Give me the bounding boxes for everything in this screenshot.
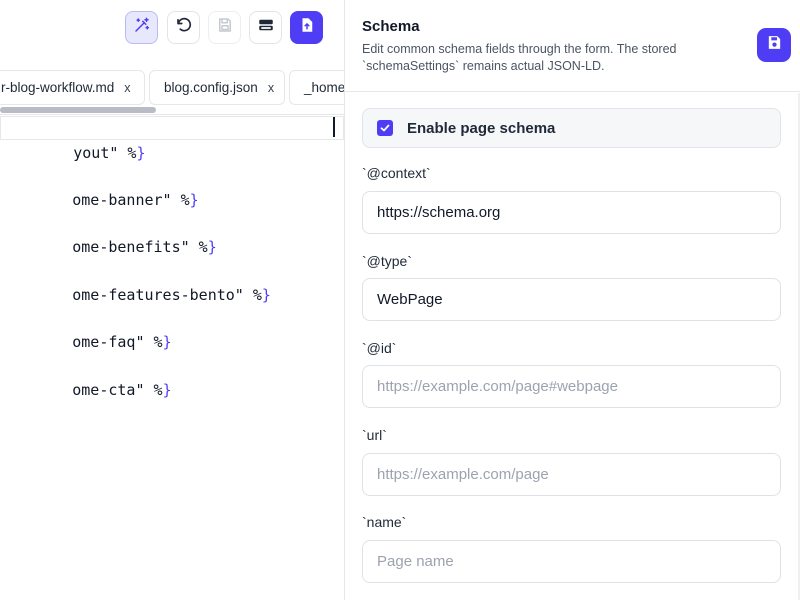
context-label: `@context` <box>362 165 431 181</box>
url-label: `url` <box>362 427 387 443</box>
code-line[interactable]: ome-features-bento" %} <box>0 259 271 304</box>
divider <box>0 114 344 115</box>
editor-toolbar <box>0 0 344 56</box>
tab-blog-workflow[interactable]: r-blog-workflow.md x <box>0 70 145 105</box>
tab-label: blog.config.json <box>164 80 258 95</box>
text-caret <box>333 117 335 137</box>
panel-title: Schema <box>362 18 420 35</box>
publish-file-icon <box>298 16 316 39</box>
editor-pane: r-blog-workflow.md x blog.config.json x … <box>0 0 344 600</box>
code-text: ome-banner" % <box>72 191 190 209</box>
panel-description: Edit common schema fields through the fo… <box>362 42 677 73</box>
code-brace: } <box>162 381 172 399</box>
code-brace: } <box>189 191 199 209</box>
enable-schema-label: Enable page schema <box>407 119 556 137</box>
name-label: `name` <box>362 514 407 530</box>
code-brace: } <box>261 286 271 304</box>
code-text: yout" % <box>73 144 137 162</box>
tab-home[interactable]: _home- <box>289 70 344 105</box>
code-line[interactable]: ome-banner" %} <box>0 164 198 209</box>
enable-schema-checkbox[interactable] <box>377 120 393 136</box>
id-label: `@id` <box>362 340 397 356</box>
code-brace: } <box>162 333 172 351</box>
enable-schema-toggle[interactable]: Enable page schema <box>362 108 781 148</box>
tabs-scrollbar[interactable] <box>0 107 156 113</box>
undo-button[interactable] <box>167 11 200 44</box>
code-brace: } <box>136 144 146 162</box>
save-icon <box>216 16 234 39</box>
type-input[interactable] <box>362 278 781 321</box>
panel-body: Enable page schema `@context` `@type` `@… <box>345 93 800 600</box>
save-schema-button[interactable] <box>757 28 791 62</box>
panel-header: Schema Edit common schema fields through… <box>345 0 800 92</box>
code-text: ome-features-bento" % <box>72 286 262 304</box>
code-text: ome-cta" % <box>72 381 163 399</box>
save-icon <box>766 34 783 56</box>
magic-button[interactable] <box>125 11 158 44</box>
code-text: ome-benefits" % <box>72 238 208 256</box>
id-input[interactable] <box>362 365 781 408</box>
layout-icon <box>257 16 275 39</box>
layout-button[interactable] <box>249 11 282 44</box>
magic-wand-icon <box>133 16 151 39</box>
code-line[interactable]: ome-benefits" %} <box>0 211 217 256</box>
code-line[interactable]: ome-cta" %} <box>0 354 171 399</box>
tab-label: r-blog-workflow.md <box>1 80 115 95</box>
name-input[interactable] <box>362 540 781 583</box>
tab-label: _home- <box>304 80 344 95</box>
editor-tabs: r-blog-workflow.md x blog.config.json x … <box>0 70 344 106</box>
save-button[interactable] <box>208 11 241 44</box>
code-line[interactable]: ome-faq" %} <box>0 306 171 351</box>
tab-close-button[interactable]: x <box>268 81 274 95</box>
code-text: ome-faq" % <box>72 333 163 351</box>
context-input[interactable] <box>362 191 781 234</box>
type-label: `@type` <box>362 253 412 269</box>
undo-icon <box>175 16 193 39</box>
publish-button[interactable] <box>290 11 323 44</box>
url-input[interactable] <box>362 453 781 496</box>
code-line[interactable]: yout" %} <box>0 116 344 162</box>
code-brace: } <box>207 238 217 256</box>
app-window: r-blog-workflow.md x blog.config.json x … <box>0 0 800 600</box>
schema-panel: Schema Edit common schema fields through… <box>344 0 800 600</box>
tab-close-button[interactable]: x <box>124 81 130 95</box>
tab-blog-config[interactable]: blog.config.json x <box>149 70 285 105</box>
